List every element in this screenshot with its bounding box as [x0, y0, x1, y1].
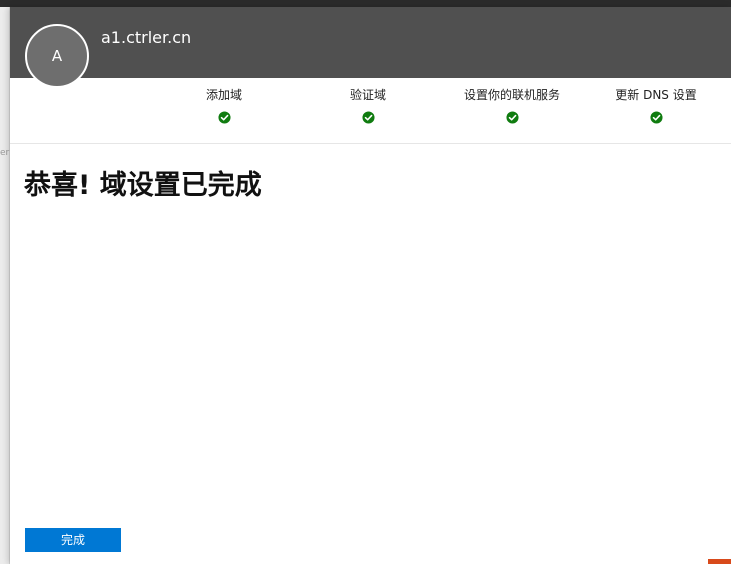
step-label: 验证域 — [349, 88, 386, 102]
step-label: 添加域 — [205, 88, 242, 102]
step-add-domain: 添加域 — [149, 87, 299, 128]
check-circle-icon — [505, 111, 519, 124]
background-text-fragment: er — [0, 148, 10, 158]
done-button[interactable]: 完成 — [25, 528, 121, 552]
step-update-dns: 更新 DNS 设置 — [581, 87, 731, 128]
check-circle-icon — [217, 111, 231, 124]
panel-header: a1.ctrler.cn — [10, 7, 731, 78]
completion-heading: 恭喜! 域设置已完成 — [24, 170, 262, 201]
setup-progress-steps: 添加域 验证域 设置你的联机服务 更新 DNS 设置 — [10, 78, 731, 144]
step-label: 更新 DNS 设置 — [615, 88, 697, 102]
background-page-edge: er — [0, 7, 10, 564]
step-verify-domain: 验证域 — [293, 87, 443, 128]
domain-setup-panel: a1.ctrler.cn A 添加域 验证域 设置你的联机服务 更新 DNS 设… — [10, 7, 731, 564]
app-window: er a1.ctrler.cn A 添加域 验证域 设置你的联机服务 更新 DN… — [0, 0, 731, 564]
domain-name-title: a1.ctrler.cn — [101, 28, 192, 47]
check-circle-icon — [649, 111, 663, 124]
corner-accent — [708, 559, 731, 564]
step-setup-online-services: 设置你的联机服务 — [437, 87, 587, 128]
avatar: A — [25, 24, 89, 88]
check-circle-icon — [361, 111, 375, 124]
step-label: 设置你的联机服务 — [463, 88, 560, 102]
window-top-bar — [0, 0, 731, 7]
